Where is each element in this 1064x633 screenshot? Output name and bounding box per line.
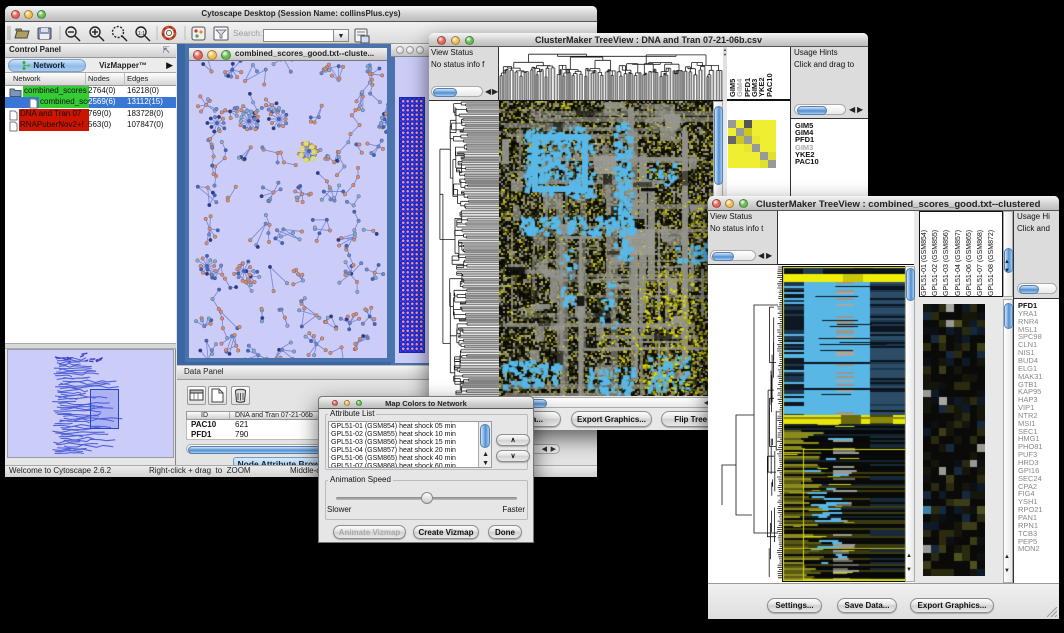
svg-text:1:1: 1:1 bbox=[138, 31, 145, 37]
svg-text:Search:: Search: bbox=[233, 28, 262, 38]
